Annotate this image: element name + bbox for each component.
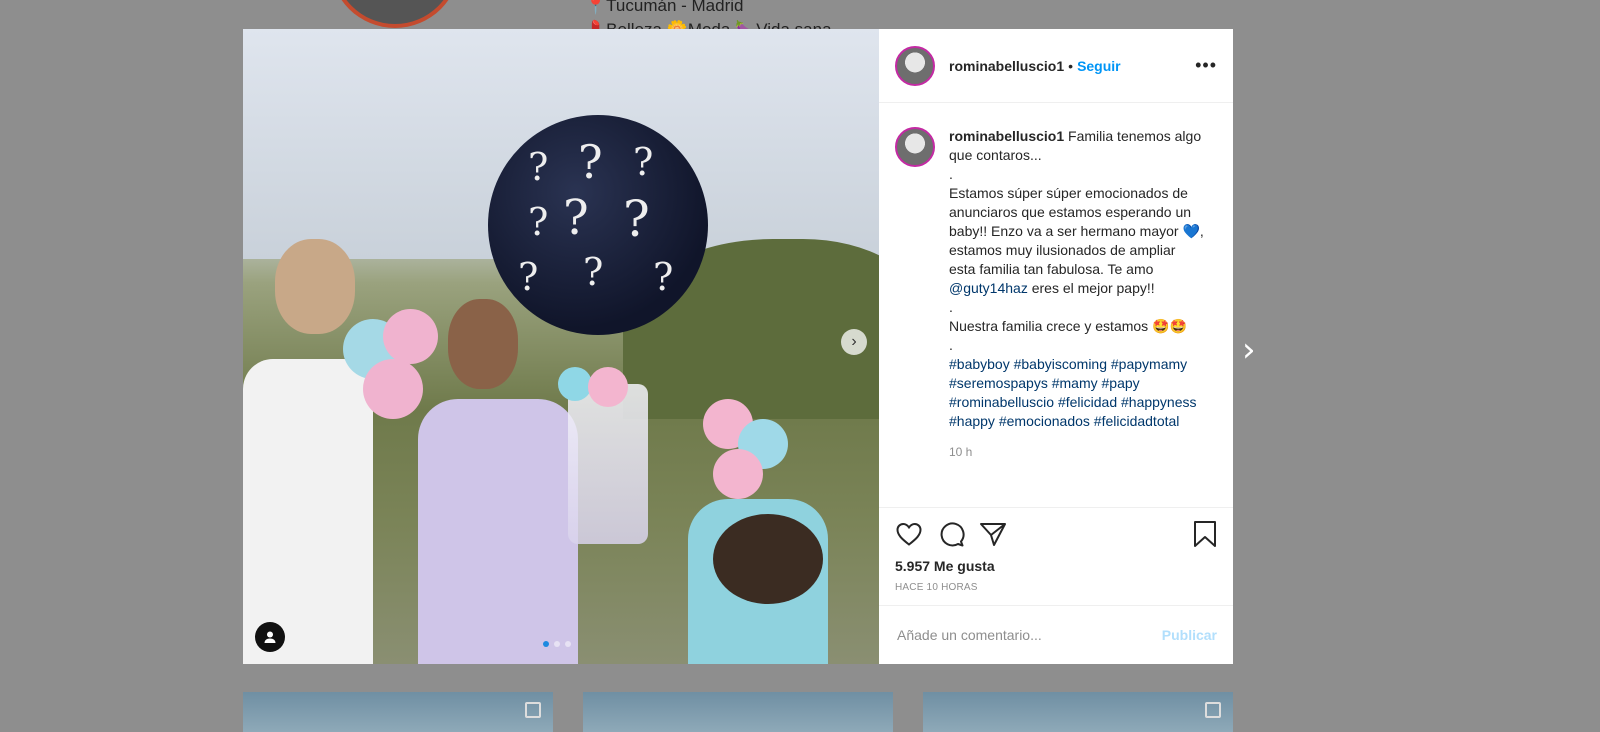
publish-button[interactable]: Publicar xyxy=(1162,627,1217,643)
avatar[interactable] xyxy=(895,127,935,167)
media-person xyxy=(243,359,373,664)
hashtag-link[interactable]: #babyboy xyxy=(949,356,1010,372)
avatar[interactable] xyxy=(895,45,935,86)
media-balloon: ? ? ? ? ? ? ? ? ? xyxy=(488,115,708,335)
post-header: rominabelluscio1 • Seguir ••• xyxy=(879,29,1233,103)
post-timestamp[interactable]: HACE 10 HORAS xyxy=(895,582,1217,593)
multi-photo-icon xyxy=(525,702,541,718)
post-sidebar: rominabelluscio1 • Seguir ••• rominabell… xyxy=(879,29,1233,664)
comment-icon[interactable] xyxy=(937,520,965,553)
post-caption: rominabelluscio1 Familia tenemos algo qu… xyxy=(949,127,1205,431)
mention-link[interactable]: @guty14haz xyxy=(949,280,1028,296)
grid-thumbnail[interactable] xyxy=(583,692,893,732)
action-icons xyxy=(895,520,1217,553)
chevron-right-icon[interactable]: › xyxy=(841,329,867,355)
caption-username[interactable]: rominabelluscio1 xyxy=(949,128,1064,144)
caption-text: . xyxy=(949,299,953,315)
caption-text: eres el mejor papy!! xyxy=(1031,280,1155,296)
caption-timestamp[interactable]: 10 h xyxy=(949,445,1217,459)
hashtag-link[interactable]: #rominabelluscio xyxy=(949,394,1054,410)
hashtag-link[interactable]: #papy xyxy=(1102,375,1140,391)
hashtag-link[interactable]: #mamy xyxy=(1052,375,1098,391)
post-media[interactable]: ? ? ? ? ? ? ? ? ? › xyxy=(243,29,879,664)
caption-row: rominabelluscio1 Familia tenemos algo qu… xyxy=(895,127,1217,431)
caption-text: . xyxy=(949,166,953,182)
caption-text: . xyxy=(949,337,953,353)
media-balloons xyxy=(363,359,423,419)
grid-thumbnail[interactable] xyxy=(243,692,553,732)
carousel-dots xyxy=(543,641,571,647)
media-balloons xyxy=(558,367,592,401)
media-balloons xyxy=(383,309,438,364)
bookmark-icon[interactable] xyxy=(1193,520,1217,553)
comment-input[interactable] xyxy=(895,626,1162,644)
multi-photo-icon xyxy=(1205,702,1221,718)
more-options-icon[interactable]: ••• xyxy=(1195,55,1217,76)
likes-count[interactable]: 5.957 Me gusta xyxy=(895,558,1217,574)
carousel-dot xyxy=(554,641,560,647)
hashtag-link[interactable]: #papymamy xyxy=(1111,356,1187,372)
post-actions: 5.957 Me gusta HACE 10 HORAS xyxy=(879,507,1233,605)
caption-text: Nuestra familia crece y estamos 🤩🤩 xyxy=(949,318,1187,334)
chevron-right-icon[interactable]: › xyxy=(1242,330,1256,370)
separator-dot: • xyxy=(1068,57,1074,74)
user-icon[interactable] xyxy=(255,622,285,652)
follow-button[interactable]: Seguir xyxy=(1077,58,1121,74)
profile-avatar[interactable] xyxy=(330,0,460,28)
comments-section: rominabelluscio1 Familia tenemos algo qu… xyxy=(879,103,1233,507)
author-username[interactable]: rominabelluscio1 xyxy=(949,58,1064,74)
grid-thumbnail[interactable] xyxy=(923,692,1233,732)
hashtag-link[interactable]: #emocionados xyxy=(999,413,1090,429)
media-person xyxy=(713,514,823,604)
heart-icon[interactable] xyxy=(895,521,923,552)
add-comment-bar: Publicar xyxy=(879,605,1233,664)
media-tassel xyxy=(568,384,648,544)
post-modal: ? ? ? ? ? ? ? ? ? › rominabelluscio1 • S… xyxy=(243,29,1233,664)
media-balloons xyxy=(588,367,628,407)
caption-text: Estamos súper súper emocionados de anunc… xyxy=(949,185,1204,277)
carousel-dot xyxy=(543,641,549,647)
media-person xyxy=(448,299,518,389)
hashtag-link[interactable]: #babyiscoming xyxy=(1014,356,1107,372)
media-person xyxy=(418,399,578,664)
hashtag-link[interactable]: #felicidad xyxy=(1058,394,1117,410)
bio-location: Tucumán - Madrid xyxy=(606,0,744,15)
share-icon[interactable] xyxy=(979,521,1007,552)
hashtag-link[interactable]: #happy xyxy=(949,413,995,429)
hashtag-link[interactable]: #seremospapys xyxy=(949,375,1048,391)
carousel-dot xyxy=(565,641,571,647)
hashtag-link[interactable]: #felicidadtotal xyxy=(1094,413,1180,429)
media-balloons xyxy=(713,449,763,499)
hashtag-link[interactable]: #happyness xyxy=(1121,394,1197,410)
media-person xyxy=(275,239,355,334)
